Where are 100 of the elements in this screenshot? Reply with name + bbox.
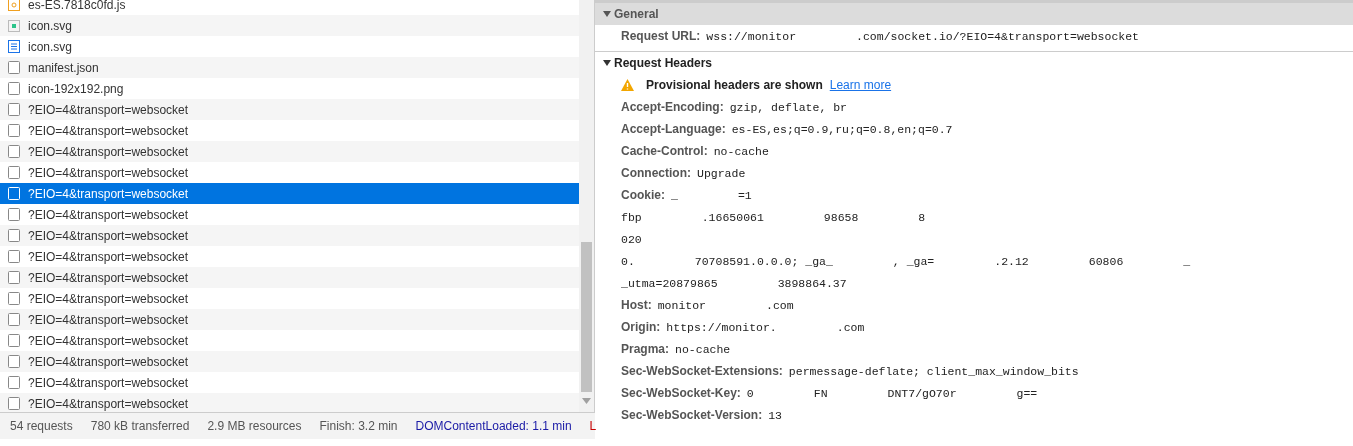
file-icon [8, 166, 20, 179]
header-name: Cache-Control: [621, 144, 708, 158]
file-icon [8, 334, 20, 347]
learn-more-link[interactable]: Learn more [829, 78, 892, 92]
file-icon [8, 61, 20, 74]
header-value: _utma=20879865 [621, 276, 718, 290]
header-value: gzip, deflate, br [729, 100, 847, 114]
request-name: ?EIO=4&transport=websocket [28, 249, 189, 264]
request-name: ?EIO=4&transport=websocket [28, 186, 189, 201]
request-name: icon.svg [28, 18, 73, 33]
request-name: ?EIO=4&transport=websocket [28, 312, 189, 327]
status-text: DOMContentLoaded: 1.1 min [415, 419, 572, 433]
section-header[interactable]: General [595, 3, 1353, 25]
request-name: ?EIO=4&transport=websocket [28, 144, 189, 159]
header-value: .16650061 [701, 210, 764, 224]
header-value: 0 [746, 386, 754, 400]
status-text: 2.9 MB resources [207, 419, 302, 433]
request-name: ?EIO=4&transport=websocket [28, 354, 189, 369]
file-icon [8, 313, 20, 326]
file-icon [8, 229, 20, 242]
header-value: no-cache [675, 342, 731, 356]
scroll-down-icon[interactable] [582, 398, 591, 404]
request-row[interactable]: ?EIO=4&transport=websocket [0, 309, 579, 330]
header-value: https://monitor. [666, 320, 777, 334]
request-row[interactable]: icon.svg [0, 15, 579, 36]
header-value: DNT7/gO70r [887, 386, 957, 400]
warning-text: Provisional headers are shown [646, 78, 823, 92]
request-name: ?EIO=4&transport=websocket [28, 291, 189, 306]
header-name: Sec-WebSocket-Extensions: [621, 364, 783, 378]
header-name: Request URL: [621, 29, 701, 43]
file-icon [8, 376, 20, 389]
scrollbar[interactable] [579, 0, 594, 412]
header-value: 60806 [1088, 254, 1124, 268]
header-value: fbp [621, 210, 642, 224]
request-name: ?EIO=4&transport=websocket [28, 333, 189, 348]
request-row[interactable]: ?EIO=4&transport=websocket [0, 99, 579, 120]
header-name: Accept-Language: [621, 122, 726, 136]
document-icon [8, 40, 20, 53]
header-value: wss://monitor [706, 29, 797, 43]
header-name: Connection: [621, 166, 691, 180]
header-value: 3898864.37 [777, 276, 847, 290]
request-row[interactable]: ?EIO=4&transport=websocket [0, 351, 579, 372]
header-value: 020 [621, 232, 642, 246]
request-row[interactable]: ?EIO=4&transport=websocket [0, 183, 579, 204]
header-value: 0. [621, 254, 635, 268]
file-icon [8, 187, 20, 200]
warning-icon [621, 79, 634, 91]
header-value: .com [836, 320, 865, 334]
header-value: permessage-deflate; client_max_window_bits [788, 364, 1079, 378]
header-value: 13 [768, 408, 782, 422]
file-icon [8, 145, 20, 158]
image-file-icon [8, 19, 20, 32]
request-row[interactable]: ?EIO=4&transport=websocket [0, 225, 579, 246]
header-value: es-ES,es;q=0.9,ru;q=0.8,en;q=0.7 [731, 122, 953, 136]
header-name: Sec-WebSocket-Key: [621, 386, 741, 400]
header-value: =1 [737, 188, 752, 202]
header-name: Sec-WebSocket-Version: [621, 408, 763, 422]
request-name: ?EIO=4&transport=websocket [28, 123, 189, 138]
status-text: 780 kB transferred [90, 419, 190, 433]
file-icon [8, 103, 20, 116]
file-icon [8, 208, 20, 221]
section-title: Request Headers [614, 56, 713, 70]
request-name: icon.svg [28, 39, 73, 54]
request-name: ?EIO=4&transport=websocket [28, 207, 189, 222]
header-value: no-cache [713, 144, 769, 158]
request-name: ?EIO=4&transport=websocket [28, 375, 189, 390]
request-row[interactable]: ?EIO=4&transport=websocket [0, 141, 579, 162]
request-row[interactable]: ?EIO=4&transport=websocket [0, 267, 579, 288]
header-value: .2.12 [994, 254, 1029, 268]
file-icon [8, 397, 20, 410]
file-icon [8, 124, 20, 137]
status-text: 54 requests [10, 419, 73, 433]
header-value: .com/socket.io/?EIO=4&transport=websocket [856, 29, 1139, 43]
request-name: icon-192x192.png [28, 81, 124, 96]
request-name: ?EIO=4&transport=websocket [28, 396, 189, 411]
request-name: es-ES.7818c0fd.js [28, 0, 126, 12]
header-value: Upgrade [697, 166, 746, 180]
header-name: Origin: [621, 320, 661, 334]
scrollbar-thumb[interactable] [581, 242, 592, 392]
header-name: Host: [621, 298, 652, 312]
header-value: _ [671, 188, 678, 202]
header-value: .com [766, 298, 794, 312]
section-header[interactable]: Request Headers [595, 52, 1353, 74]
file-icon [8, 250, 20, 263]
section-title: General [614, 7, 659, 21]
request-name: ?EIO=4&transport=websocket [28, 270, 189, 285]
request-name: ?EIO=4&transport=websocket [28, 228, 189, 243]
status-text: L [589, 419, 597, 433]
header-value: , _ga= [892, 254, 935, 268]
file-icon [8, 271, 20, 284]
request-name: manifest.json [28, 60, 99, 75]
header-value: g== [1016, 386, 1038, 400]
header-value: 98658 [823, 210, 859, 224]
request-row[interactable]: manifest.json [0, 57, 579, 78]
file-icon [8, 355, 20, 368]
request-name: ?EIO=4&transport=websocket [28, 165, 189, 180]
file-icon [8, 82, 20, 95]
header-value: FN [813, 386, 828, 400]
file-icon [8, 292, 20, 305]
request-row[interactable]: ?EIO=4&transport=websocket [0, 393, 579, 412]
